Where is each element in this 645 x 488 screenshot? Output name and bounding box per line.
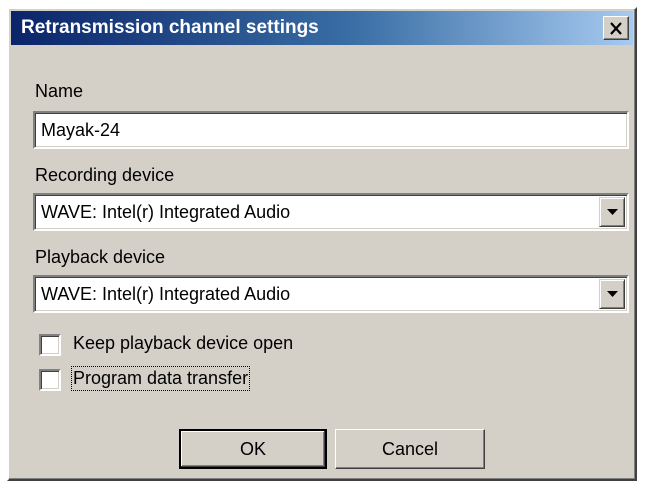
program-data-transfer-label[interactable]: Program data transfer bbox=[70, 366, 251, 391]
recording-device-label: Recording device bbox=[35, 165, 175, 185]
program-data-transfer-checkbox[interactable] bbox=[39, 369, 61, 391]
playback-device-value: WAVE: Intel(r) Integrated Audio bbox=[41, 284, 291, 304]
recording-device-select[interactable]: WAVE: Intel(r) Integrated Audio bbox=[33, 193, 629, 231]
settings-dialog: Retransmission channel settings Name Rec… bbox=[7, 7, 637, 481]
keep-playback-open-checkbox[interactable] bbox=[39, 334, 61, 356]
chevron-down-icon bbox=[606, 290, 618, 297]
ok-button[interactable]: OK bbox=[179, 429, 327, 469]
name-field-frame bbox=[33, 111, 629, 149]
dialog-title: Retransmission channel settings bbox=[21, 17, 319, 38]
playback-device-select[interactable]: WAVE: Intel(r) Integrated Audio bbox=[33, 275, 629, 313]
name-label: Name bbox=[35, 81, 84, 101]
recording-device-value: WAVE: Intel(r) Integrated Audio bbox=[41, 202, 291, 222]
name-input[interactable] bbox=[41, 118, 611, 142]
playback-device-dropdown-button[interactable] bbox=[599, 279, 625, 309]
title-bar[interactable]: Retransmission channel settings bbox=[11, 11, 633, 45]
cancel-button[interactable]: Cancel bbox=[335, 429, 485, 469]
playback-device-label: Playback device bbox=[35, 247, 166, 267]
close-button[interactable] bbox=[603, 16, 629, 40]
recording-device-dropdown-button[interactable] bbox=[599, 197, 625, 227]
close-icon bbox=[610, 21, 622, 35]
keep-playback-open-label[interactable]: Keep playback device open bbox=[73, 333, 293, 354]
chevron-down-icon bbox=[606, 208, 618, 215]
